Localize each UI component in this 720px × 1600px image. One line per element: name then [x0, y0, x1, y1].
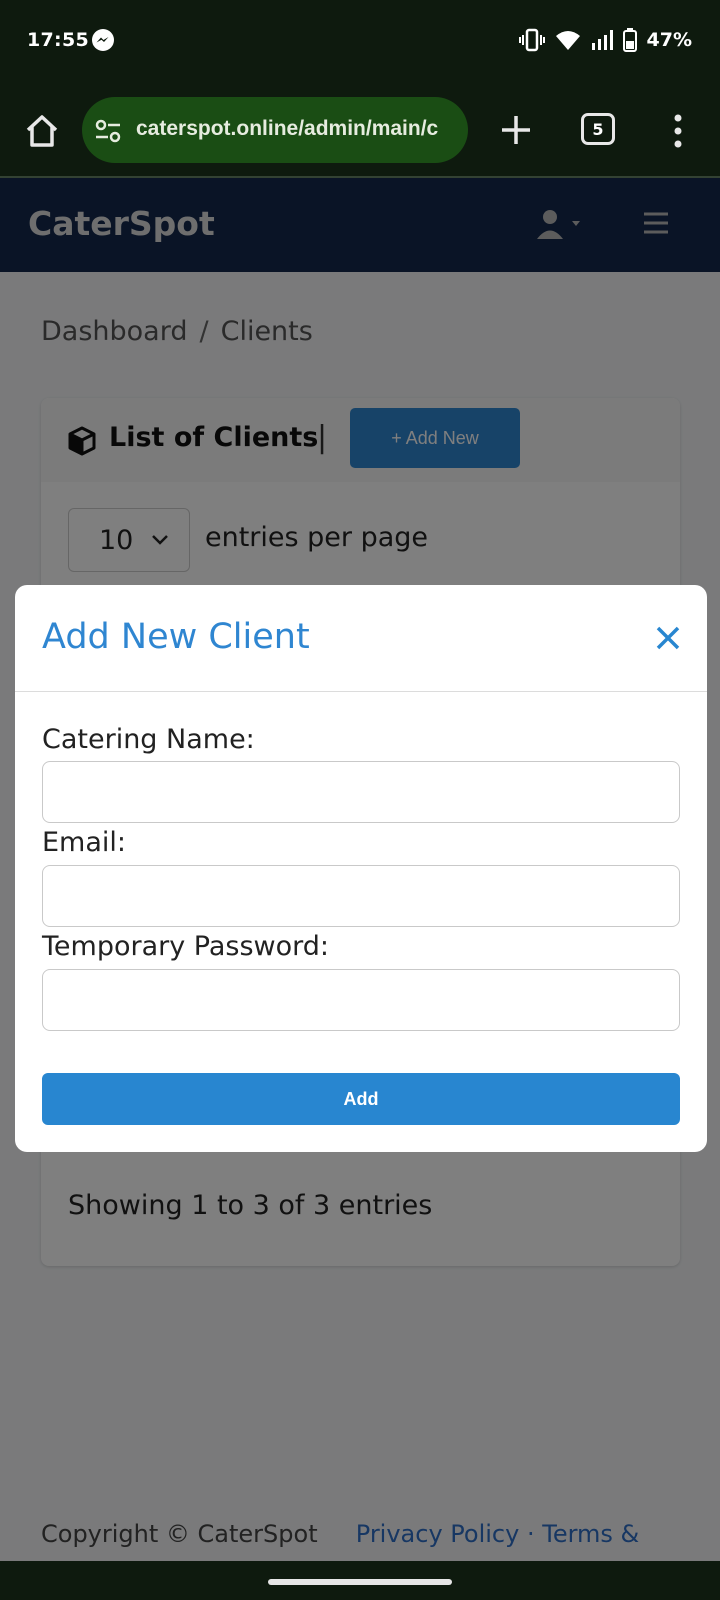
system-navigation-bar [0, 1561, 720, 1600]
home-icon[interactable] [22, 111, 62, 151]
temporary-password-input[interactable] [42, 969, 680, 1031]
wifi-icon [555, 31, 580, 50]
temporary-password-label: Temporary Password: [42, 931, 329, 962]
home-gesture-handle[interactable] [268, 1579, 452, 1585]
email-label: Email: [42, 827, 127, 858]
address-bar[interactable]: caterspot.online/admin/main/c [82, 97, 468, 163]
email-input[interactable] [42, 865, 680, 927]
browser-toolbar: caterspot.online/admin/main/c 5 [0, 84, 720, 178]
status-icons: 47% [518, 26, 692, 54]
url-text[interactable]: caterspot.online/admin/main/c [136, 117, 456, 145]
new-tab-icon[interactable] [494, 108, 538, 152]
messenger-icon [92, 29, 114, 51]
site-settings-icon[interactable] [94, 117, 122, 145]
add-client-modal: Add New Client Catering Name: Email: Tem… [15, 585, 707, 1152]
catering-name-label: Catering Name: [42, 724, 255, 755]
modal-title: Add New Client [42, 617, 310, 657]
close-icon[interactable] [653, 623, 683, 653]
tab-switcher-icon[interactable]: 5 [581, 113, 615, 145]
status-bar: 17:55 47% [0, 0, 720, 84]
add-button[interactable]: Add [42, 1073, 680, 1125]
vibrate-icon [518, 28, 545, 52]
catering-name-input[interactable] [42, 761, 680, 823]
signal-icon [591, 30, 613, 50]
battery-percent: 47% [646, 29, 692, 51]
modal-header: Add New Client [15, 585, 707, 692]
more-menu-icon[interactable] [664, 109, 692, 153]
battery-icon [622, 28, 637, 52]
status-time: 17:55 [27, 29, 89, 51]
tab-count: 5 [592, 119, 604, 139]
